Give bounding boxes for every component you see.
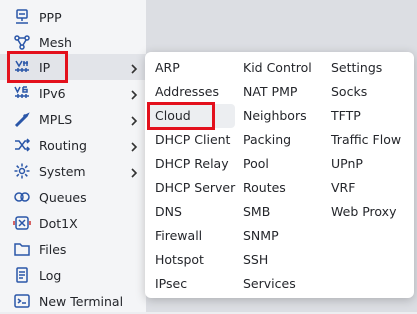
system-gear-icon	[12, 161, 32, 181]
submenu-item-kid-control[interactable]: Kid Control	[243, 58, 312, 78]
submenu-item-firewall[interactable]: Firewall	[155, 226, 202, 246]
submenu-item-addresses[interactable]: Addresses	[155, 82, 219, 102]
queues-icon	[12, 187, 32, 207]
ip-icon	[12, 57, 32, 77]
sidebar-item-label: Routing	[39, 137, 87, 153]
submenu-item-ssh[interactable]: SSH	[243, 250, 268, 270]
sidebar-item-label: New Terminal	[39, 293, 124, 309]
submenu-item-socks[interactable]: Socks	[331, 82, 367, 102]
sidebar-item-mpls[interactable]: MPLS	[0, 106, 146, 132]
submenu-item-web-proxy[interactable]: Web Proxy	[331, 202, 396, 222]
submenu-item-dns[interactable]: DNS	[155, 202, 182, 222]
sidebar-item-log[interactable]: Log	[0, 262, 146, 288]
chevron-right-icon	[130, 166, 138, 178]
submenu-item-cloud[interactable]: Cloud	[155, 106, 191, 126]
sidebar-item-ipv6[interactable]: IPv6	[0, 80, 146, 106]
dot1x-icon	[12, 213, 32, 233]
submenu-item-nat-pmp[interactable]: NAT PMP	[243, 82, 297, 102]
sidebar-item-label: Queues	[39, 189, 87, 205]
chevron-right-icon	[130, 88, 138, 100]
submenu-item-arp[interactable]: ARP	[155, 58, 180, 78]
sidebar-item-ppp[interactable]: PPP	[0, 4, 146, 30]
submenu-item-services[interactable]: Services	[243, 274, 296, 294]
sidebar: PPP Mesh IP IPv6 MPLS Routing System Que…	[0, 0, 146, 312]
submenu-item-snmp[interactable]: SNMP	[243, 226, 279, 246]
submenu-item-traffic-flow[interactable]: Traffic Flow	[331, 130, 401, 150]
ip-submenu: ARP Addresses Cloud DHCP Client DHCP Rel…	[145, 52, 414, 298]
chevron-right-icon	[130, 62, 138, 74]
submenu-item-tftp[interactable]: TFTP	[331, 106, 361, 126]
sidebar-item-files[interactable]: Files	[0, 236, 146, 262]
sidebar-item-system[interactable]: System	[0, 158, 146, 184]
sidebar-item-mesh[interactable]: Mesh	[0, 29, 146, 55]
sidebar-item-label: IP	[39, 59, 51, 75]
sidebar-item-label: System	[39, 163, 86, 179]
ipv6-icon	[12, 83, 32, 103]
sidebar-item-dot1x[interactable]: Dot1X	[0, 210, 146, 236]
submenu-item-neighbors[interactable]: Neighbors	[243, 106, 307, 126]
submenu-item-packing[interactable]: Packing	[243, 130, 291, 150]
terminal-icon	[12, 291, 32, 311]
sidebar-item-label: MPLS	[39, 111, 73, 127]
ppp-icon	[12, 7, 32, 27]
sidebar-item-label: Files	[39, 241, 67, 257]
submenu-item-dhcp-server[interactable]: DHCP Server	[155, 178, 235, 198]
sidebar-item-label: Dot1X	[39, 215, 78, 231]
submenu-item-vrf[interactable]: VRF	[331, 178, 355, 198]
sidebar-item-label: Mesh	[39, 34, 72, 50]
chevron-right-icon	[130, 140, 138, 152]
submenu-item-hotspot[interactable]: Hotspot	[155, 250, 204, 270]
sidebar-item-label: Log	[39, 267, 62, 283]
mesh-icon	[12, 32, 32, 52]
sidebar-item-label: IPv6	[39, 85, 66, 101]
sidebar-item-new-terminal[interactable]: New Terminal	[0, 288, 146, 314]
folder-icon	[12, 239, 32, 259]
log-icon	[12, 265, 32, 285]
submenu-item-ipsec[interactable]: IPsec	[155, 274, 187, 294]
routing-icon	[12, 135, 32, 155]
sidebar-item-label: PPP	[39, 9, 62, 25]
sidebar-item-routing[interactable]: Routing	[0, 132, 146, 158]
submenu-item-dhcp-relay[interactable]: DHCP Relay	[155, 154, 229, 174]
chevron-right-icon	[130, 114, 138, 126]
sidebar-item-ip[interactable]: IP	[0, 54, 146, 80]
submenu-item-upnp[interactable]: UPnP	[331, 154, 363, 174]
mpls-icon	[12, 109, 32, 129]
submenu-item-routes[interactable]: Routes	[243, 178, 286, 198]
submenu-item-settings[interactable]: Settings	[331, 58, 382, 78]
submenu-item-dhcp-client[interactable]: DHCP Client	[155, 130, 230, 150]
submenu-item-pool[interactable]: Pool	[243, 154, 269, 174]
sidebar-item-queues[interactable]: Queues	[0, 184, 146, 210]
submenu-item-smb[interactable]: SMB	[243, 202, 270, 222]
